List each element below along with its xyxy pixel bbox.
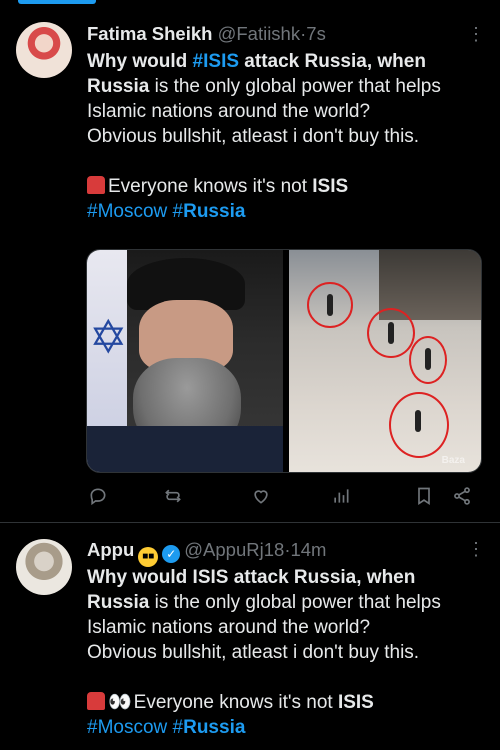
text-fragment: Why would [87, 51, 193, 72]
text-fragment: ISIS [337, 692, 374, 713]
views-icon[interactable] [331, 486, 351, 511]
text-fragment: Russia [87, 592, 150, 613]
verified-icon: ✓ [162, 545, 181, 563]
text-fragment: ISIS [312, 176, 349, 197]
sunglasses-emoji-icon: ■■ [138, 547, 159, 567]
tweet-header: Appu ■■ ✓ @AppuRj18·14m [87, 538, 470, 567]
hashtag-symbol: # [172, 717, 184, 738]
text-line: Islamic nations around the world? [87, 101, 371, 122]
reply-icon[interactable] [88, 486, 108, 511]
text-fragment: is the only global power that helps [149, 592, 441, 613]
share-icon[interactable] [452, 486, 472, 511]
text-fragment: Everyone knows it's not [108, 176, 313, 197]
text-fragment: Russia [87, 76, 150, 97]
hashtag-link[interactable]: #Moscow [87, 201, 167, 222]
active-tab-indicator [18, 0, 96, 4]
person-figure [415, 410, 421, 432]
siren-emoji-icon [87, 692, 105, 710]
bookmark-icon[interactable] [414, 486, 434, 511]
text-fragment: is the only global power that helps [149, 76, 441, 97]
text-fragment: Everyone knows it's not [133, 692, 338, 713]
hashtag-link[interactable]: #Moscow [87, 717, 167, 738]
hashtag-link[interactable]: #Russia [173, 717, 246, 738]
author-handle[interactable]: @Fatiishk [218, 23, 301, 44]
tweet[interactable]: Fatima Sheikh @Fatiishk·7s ⋮ Why would #… [0, 8, 500, 522]
person-figure [425, 348, 431, 370]
media-watermark: Baza [441, 455, 465, 466]
more-icon[interactable]: ⋮ [467, 24, 486, 45]
author-name[interactable]: Fatima Sheikh [87, 23, 212, 44]
tweet-actions [86, 486, 482, 508]
hashtag-link[interactable]: #ISIS [193, 51, 239, 72]
avatar[interactable] [16, 539, 72, 595]
like-icon[interactable] [251, 486, 271, 511]
tweet[interactable]: Appu ■■ ✓ @AppuRj18·14m ⋮ Why would ISIS at… [0, 522, 500, 750]
eyes-emoji-icon: 👀 [108, 692, 132, 713]
hashtag-symbol: # [172, 201, 184, 222]
media-image-right[interactable]: Baza [289, 250, 481, 472]
hashtag-bold: Russia [183, 717, 246, 738]
avatar[interactable] [16, 22, 72, 78]
text-line: Why would ISIS attack Russia, when [87, 567, 416, 588]
tweet-text: Why would #ISIS attack Russia, when Russ… [87, 49, 486, 224]
suit-graphic [87, 426, 283, 472]
hashtag-bold: Russia [183, 201, 246, 222]
media-image-left[interactable]: ✡ [87, 250, 283, 472]
retweet-icon[interactable] [163, 486, 183, 511]
star-icon: ✡ [89, 311, 128, 363]
more-icon[interactable]: ⋮ [467, 539, 486, 560]
hashtag-link[interactable]: #Russia [173, 201, 246, 222]
author-name[interactable]: Appu [87, 539, 134, 560]
author-handle[interactable]: @AppuRj18 [184, 539, 284, 560]
text-line: Obvious bullshit, atleast i don't buy th… [87, 642, 420, 663]
person-figure [388, 322, 394, 344]
timestamp[interactable]: 14m [290, 539, 326, 560]
tweet-header: Fatima Sheikh @Fatiishk·7s [87, 22, 470, 46]
text-line: Islamic nations around the world? [87, 617, 371, 638]
timestamp[interactable]: 7s [306, 23, 326, 44]
person-figure [327, 294, 333, 316]
tweet-text: Why would ISIS attack Russia, when Russi… [87, 565, 486, 740]
text-fragment: attack Russia, when [239, 51, 426, 72]
media-grid[interactable]: ✡ Baza [86, 249, 482, 473]
siren-emoji-icon [87, 176, 105, 194]
text-line: Obvious bullshit, atleast i don't buy th… [87, 126, 420, 147]
